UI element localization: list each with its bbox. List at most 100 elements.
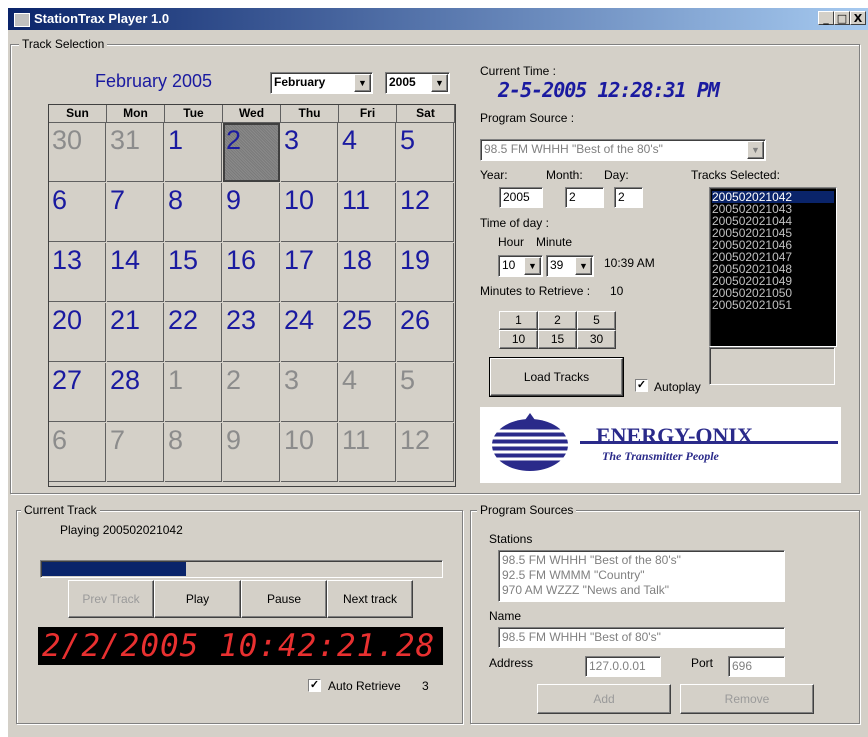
calendar-day[interactable]: 6 <box>49 423 106 482</box>
energy-onix-logo: ENERGY-ONIX The Transmitter People <box>480 407 841 483</box>
minutes-15-button[interactable]: 15 <box>538 330 577 349</box>
track-progress-fill <box>42 562 186 576</box>
calendar-day[interactable]: 8 <box>165 423 222 482</box>
track-item[interactable]: 200502021051 <box>712 299 834 311</box>
month-select[interactable]: February ▼ <box>270 72 373 94</box>
year-select[interactable]: 2005 ▼ <box>385 72 450 94</box>
time-of-day-label: Time of day : <box>480 216 549 230</box>
calendar-day[interactable]: 3 <box>281 123 338 182</box>
calendar-day[interactable]: 26 <box>397 303 454 362</box>
calendar-day[interactable]: 12 <box>397 423 454 482</box>
station-item[interactable]: 970 AM WZZZ "News and Talk" <box>502 583 781 598</box>
minute-select[interactable]: 39 ▼ <box>546 255 594 277</box>
calendar-day[interactable]: 6 <box>49 183 106 242</box>
title-bar[interactable]: StationTrax Player 1.0 _ □ X <box>8 8 868 30</box>
calendar-day[interactable]: 7 <box>107 183 164 242</box>
maximize-button[interactable]: □ <box>834 11 850 25</box>
calendar-day[interactable]: 11 <box>339 423 396 482</box>
stations-label: Stations <box>489 532 533 546</box>
program-source-select[interactable]: 98.5 FM WHHH "Best of the 80's" ▼ <box>480 139 766 161</box>
port-input[interactable]: 696 <box>728 656 785 677</box>
year-label: Year: <box>480 168 508 182</box>
calendar-day[interactable]: 1 <box>165 123 222 182</box>
auto-retrieve-checkbox[interactable]: ✓ <box>308 679 321 692</box>
calendar-day[interactable]: 31 <box>107 123 164 182</box>
calendar-day[interactable]: 22 <box>165 303 222 362</box>
station-item[interactable]: 98.5 FM WHHH "Best of the 80's" <box>502 553 781 568</box>
weekday-header: Sat <box>397 105 455 123</box>
calendar-month-title: February 2005 <box>95 71 213 91</box>
month-input[interactable]: 2 <box>565 187 604 208</box>
calendar-day[interactable]: 4 <box>339 363 396 422</box>
load-tracks-button[interactable]: Load Tracks <box>489 357 624 397</box>
auto-retrieve-label: Auto Retrieve <box>328 679 401 693</box>
weekday-header: Wed <box>223 105 281 123</box>
led-display: 2/2/2005 10:42:21.28 <box>38 627 443 665</box>
calendar-day[interactable]: 4 <box>339 123 396 182</box>
calendar-day[interactable]: 10 <box>281 183 338 242</box>
calendar-day[interactable]: 1 <box>165 363 222 422</box>
calendar-day[interactable]: 10 <box>281 423 338 482</box>
minimize-button[interactable]: _ <box>818 11 834 25</box>
autoplay-checkbox[interactable]: ✓ <box>635 379 648 392</box>
calendar-day[interactable]: 20 <box>49 303 106 362</box>
tracks-selected-list[interactable]: 200502021042 200502021043 200502021044 2005… <box>709 187 837 347</box>
current-time-label: Current Time : <box>480 64 557 78</box>
calendar-day[interactable]: 17 <box>281 243 338 302</box>
station-item[interactable]: 92.5 FM WMMM "Country" <box>502 568 781 583</box>
pause-button[interactable]: Pause <box>241 580 327 618</box>
calendar-day[interactable]: 12 <box>397 183 454 242</box>
calendar-day[interactable]: 28 <box>107 363 164 422</box>
calendar-day[interactable]: 25 <box>339 303 396 362</box>
calendar-day[interactable]: 23 <box>223 303 280 362</box>
day-input[interactable]: 2 <box>614 187 643 208</box>
calendar-day[interactable]: 30 <box>49 123 106 182</box>
weekday-header: Mon <box>107 105 165 123</box>
calendar-day[interactable]: 13 <box>49 243 106 302</box>
hour-dropdown-arrow-icon[interactable]: ▼ <box>524 257 541 275</box>
track-selection-legend: Track Selection <box>19 37 108 51</box>
minutes-30-button[interactable]: 30 <box>577 330 616 349</box>
calendar-day[interactable]: 5 <box>397 123 454 182</box>
calendar-day[interactable]: 9 <box>223 423 280 482</box>
prev-track-button[interactable]: Prev Track <box>68 580 154 618</box>
calendar-day[interactable]: 3 <box>281 363 338 422</box>
calendar-day[interactable]: 7 <box>107 423 164 482</box>
play-button[interactable]: Play <box>154 580 241 618</box>
close-button[interactable]: X <box>850 11 866 25</box>
calendar-day[interactable]: 2 <box>223 123 280 182</box>
year-input[interactable]: 2005 <box>499 187 543 208</box>
year-dropdown-arrow-icon[interactable]: ▼ <box>431 74 448 92</box>
minutes-10-button[interactable]: 10 <box>499 330 538 349</box>
calendar-day[interactable]: 2 <box>223 363 280 422</box>
calendar-day[interactable]: 27 <box>49 363 106 422</box>
calendar-day[interactable]: 19 <box>397 243 454 302</box>
calendar-day[interactable]: 24 <box>281 303 338 362</box>
station-name-input[interactable]: 98.5 FM WHHH "Best of 80's" <box>498 627 785 648</box>
calendar-day[interactable]: 9 <box>223 183 280 242</box>
program-source-dropdown-arrow-icon[interactable]: ▼ <box>747 141 764 159</box>
calendar-day[interactable]: 15 <box>165 243 222 302</box>
minutes-5-button[interactable]: 5 <box>577 311 616 330</box>
calendar-day[interactable]: 16 <box>223 243 280 302</box>
minutes-2-button[interactable]: 2 <box>538 311 577 330</box>
calendar-day[interactable]: 5 <box>397 363 454 422</box>
next-track-button[interactable]: Next track <box>327 580 413 618</box>
minutes-1-button[interactable]: 1 <box>499 311 538 330</box>
calendar-day[interactable]: 18 <box>339 243 396 302</box>
hour-select[interactable]: 10 ▼ <box>498 255 543 277</box>
calendar-day[interactable]: 21 <box>107 303 164 362</box>
address-input[interactable]: 127.0.0.01 <box>585 656 661 677</box>
month-dropdown-arrow-icon[interactable]: ▼ <box>354 74 371 92</box>
add-button[interactable]: Add <box>537 684 671 714</box>
minute-dropdown-arrow-icon[interactable]: ▼ <box>575 257 592 275</box>
calendar-day[interactable]: 8 <box>165 183 222 242</box>
program-source-value: 98.5 FM WHHH "Best of the 80's" <box>484 142 663 156</box>
calendar-day[interactable]: 14 <box>107 243 164 302</box>
calendar-day[interactable]: 11 <box>339 183 396 242</box>
weekday-header: Tue <box>165 105 223 123</box>
month-label: Month: <box>546 168 583 182</box>
remove-button[interactable]: Remove <box>680 684 814 714</box>
logo-tagline: The Transmitter People <box>602 449 719 463</box>
stations-list[interactable]: 98.5 FM WHHH "Best of the 80's" 92.5 FM W… <box>498 550 785 602</box>
